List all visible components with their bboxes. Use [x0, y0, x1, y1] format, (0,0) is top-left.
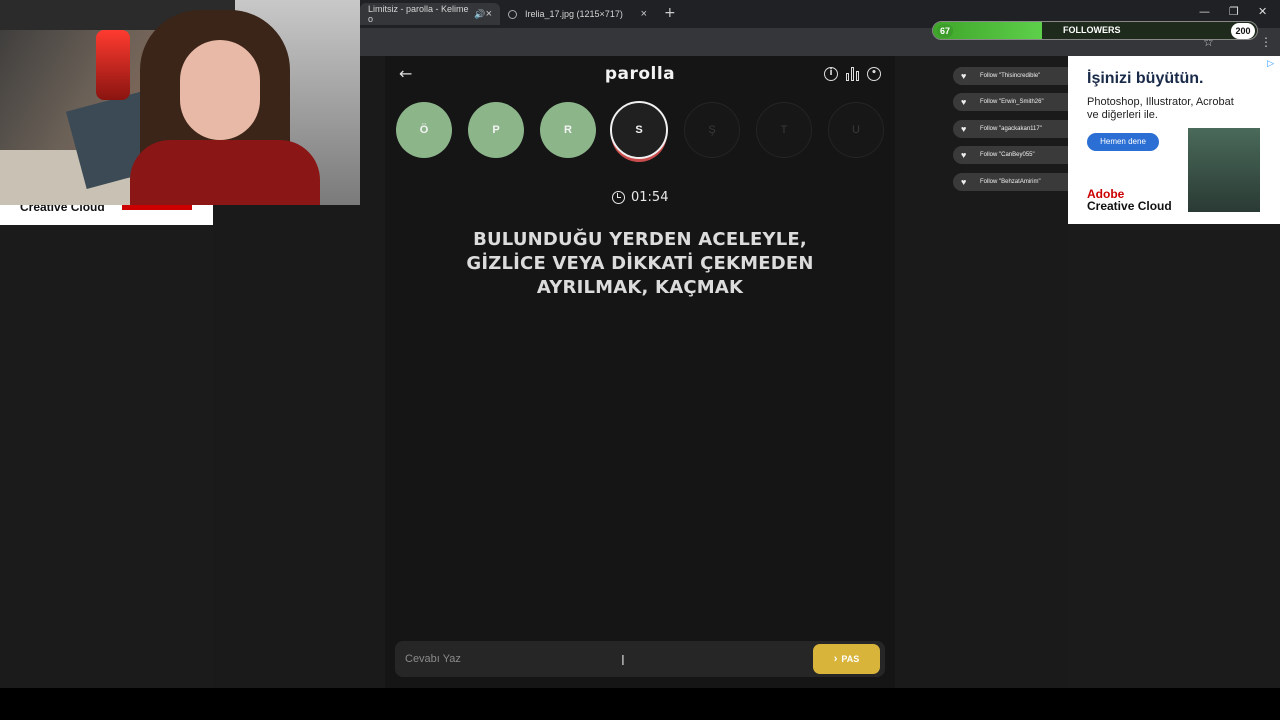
ad-cta-button[interactable]: Hemen dene: [1087, 133, 1159, 151]
heart-icon: ♥: [961, 71, 967, 81]
follow-alert: ♥ Follow "agackakan117": [953, 120, 1068, 138]
new-tab-button[interactable]: +: [664, 5, 676, 21]
webcam-overlay: [0, 0, 360, 205]
heart-icon: ♥: [961, 124, 967, 134]
letter-circle: Ş: [684, 102, 740, 158]
letter-circle: Ö: [396, 102, 452, 158]
ad-brand-cc: Creative Cloud: [1087, 199, 1172, 213]
followers-goal-bar: 67 FOLLOWERS 200: [932, 21, 1258, 40]
chevron-right-icon: ›: [833, 653, 838, 665]
follow-alert: ♥ Follow "Erwin_Smith26": [953, 93, 1068, 111]
ad-photo: [1188, 128, 1260, 212]
text-cursor-icon: I: [621, 654, 625, 669]
right-gutter: [1068, 225, 1280, 688]
followers-goal: 200: [1231, 23, 1255, 39]
profile-icon[interactable]: •: [867, 67, 881, 81]
clock-icon: [612, 191, 625, 204]
follow-alert: ♥ Follow "CanBey055": [953, 146, 1068, 164]
followers-label: FOLLOWERS: [1063, 25, 1121, 35]
timer-value: 01:54: [631, 190, 669, 205]
close-tab-icon[interactable]: ×: [486, 8, 492, 20]
app-title: parolla: [604, 64, 676, 84]
question-line: AYRILMAK, KAÇMAK: [536, 277, 744, 298]
follow-alert: ♥ Follow "Thisincredible": [953, 67, 1068, 85]
heart-icon: ♥: [961, 150, 967, 160]
letter-circle: U: [828, 102, 884, 158]
restore-icon[interactable]: ❐: [1229, 5, 1239, 18]
taskbar-strip: [0, 688, 1280, 720]
question-line: BULUNDUĞU YERDEN ACELEYLE,: [473, 229, 807, 250]
ad-info-icon[interactable]: ▷: [1267, 58, 1274, 69]
menu-icon[interactable]: ⋮: [1260, 35, 1272, 49]
browser-tab-parolla[interactable]: Limitsiz - parolla - Kelime o 🔊 ×: [360, 3, 500, 25]
close-window-icon[interactable]: ✕: [1258, 5, 1267, 18]
question-text: BULUNDUĞU YERDEN ACELEYLE, GİZLİCE VEYA …: [440, 228, 840, 300]
followers-count: 67: [937, 24, 953, 38]
info-icon[interactable]: i: [824, 67, 838, 81]
tab-label: Limitsiz - parolla - Kelime o: [368, 4, 469, 24]
pass-button[interactable]: › PAS: [813, 644, 880, 674]
question-line: GİZLİCE VEYA DİKKATİ ÇEKMEDEN: [466, 253, 814, 274]
heart-icon: ♥: [961, 177, 967, 187]
close-tab-icon[interactable]: ×: [641, 8, 647, 20]
answer-input[interactable]: [395, 641, 805, 677]
browser-tab-image[interactable]: Irelia_17.jpg (1215×717) ×: [500, 3, 655, 25]
letter-circle: P: [468, 102, 524, 158]
letter-circle-active: S: [610, 101, 668, 159]
app-header: ← parolla i •: [385, 60, 895, 90]
globe-icon: [508, 9, 517, 19]
stats-icon[interactable]: [846, 67, 860, 81]
ad-subtext: Photoshop, Illustrator, Acrobat ve diğer…: [1087, 96, 1234, 121]
letter-circle: R: [540, 102, 596, 158]
screen: Limitsiz - parolla - Kelime o 🔊 × Irelia…: [0, 0, 1280, 720]
tab-label: Irelia_17.jpg (1215×717): [525, 9, 623, 19]
ad-headline: İşinizi büyütün.: [1087, 70, 1204, 87]
speaker-icon[interactable]: 🔊: [474, 9, 485, 20]
pass-label: PAS: [841, 654, 860, 664]
letter-circle: T: [756, 102, 812, 158]
minimize-icon[interactable]: —: [1199, 5, 1210, 18]
heart-icon: ♥: [961, 97, 967, 107]
right-ad-banner[interactable]: ▷ İşinizi büyütün. Photoshop, Illustrato…: [1068, 56, 1280, 224]
microphone-image: [96, 30, 130, 100]
timer: 01:54: [612, 190, 668, 205]
answer-bar: › PAS: [395, 641, 885, 677]
follow-alert: ♥ Follow "BehzatAmirim": [953, 173, 1068, 191]
